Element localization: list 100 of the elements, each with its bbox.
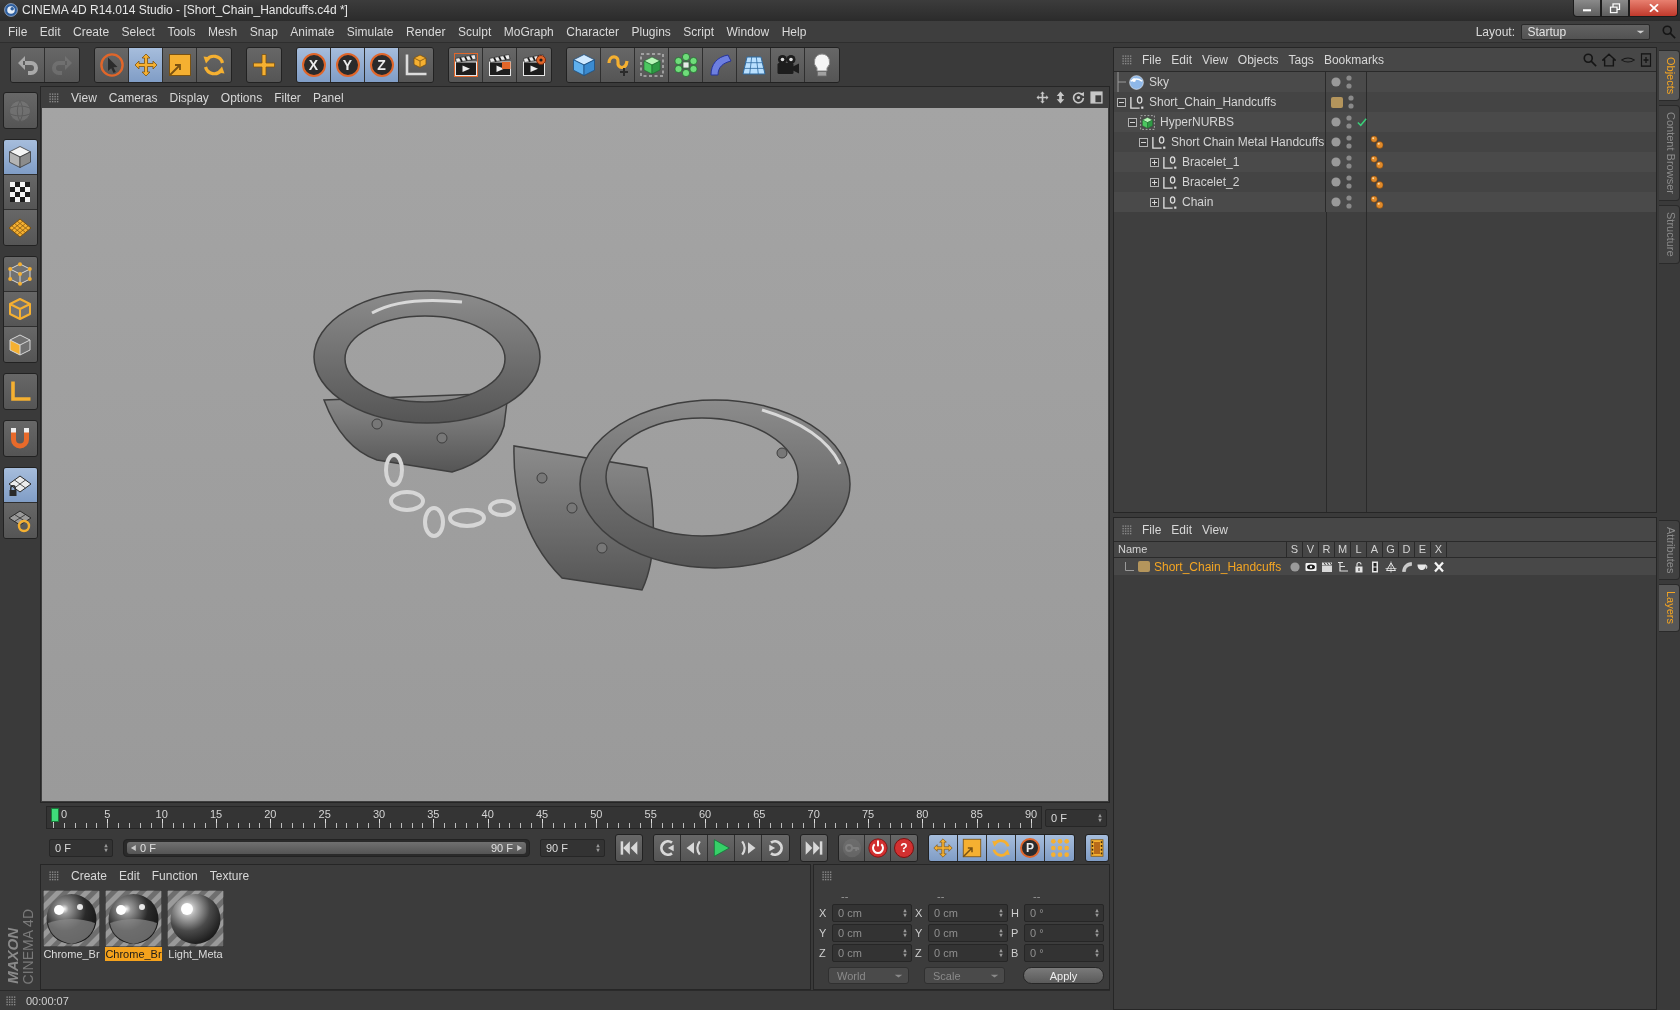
panel-grip-icon[interactable] xyxy=(1122,524,1132,535)
select-tool-button[interactable] xyxy=(95,47,129,82)
texture-mode-button[interactable] xyxy=(3,175,37,210)
floor-button[interactable] xyxy=(737,47,771,82)
material-menu-item[interactable]: Create xyxy=(71,868,108,883)
object-row[interactable]: Bracelet_2 xyxy=(1114,172,1656,192)
deformer-button[interactable] xyxy=(703,47,737,82)
layer-dot-icon[interactable] xyxy=(1331,117,1341,127)
expand-toggle-icon[interactable] xyxy=(1150,157,1159,167)
material-preview[interactable] xyxy=(43,890,100,947)
rotation-key-button[interactable] xyxy=(987,834,1016,861)
coordinate-field[interactable]: 0 ° xyxy=(1024,924,1104,942)
material-preview[interactable] xyxy=(167,890,224,947)
material-menu-item[interactable]: Edit xyxy=(119,868,140,883)
go-to-end-button[interactable] xyxy=(800,833,828,862)
point-level-button[interactable] xyxy=(1045,834,1074,861)
coordinate-field[interactable]: 0 cm xyxy=(832,904,912,922)
last-tool-button[interactable] xyxy=(246,46,282,83)
menu-item[interactable]: Render xyxy=(406,24,446,39)
panel-grip-icon[interactable] xyxy=(49,870,59,881)
parameter-key-button[interactable]: P xyxy=(1016,834,1045,861)
padlock-icon[interactable] xyxy=(1353,560,1365,573)
menu-item[interactable]: Animate xyxy=(290,24,335,39)
position-key-button[interactable] xyxy=(929,834,958,861)
light-button[interactable] xyxy=(805,47,839,82)
left-arrow-icon[interactable] xyxy=(130,843,137,852)
material-menu-item[interactable]: Texture xyxy=(209,868,250,883)
timeline-ruler[interactable]: 0 5 10 15 20 25 30 35 40 45 50 55 60 65 70 75 80 85 90 xyxy=(46,806,1042,829)
side-tab[interactable]: Objects xyxy=(1659,50,1680,102)
layer-swatch-icon[interactable] xyxy=(1331,96,1343,108)
move-tool-button[interactable] xyxy=(129,47,163,82)
expand-toggle-icon[interactable] xyxy=(1150,177,1159,187)
menu-item[interactable]: Create xyxy=(73,24,110,39)
object-name[interactable]: Bracelet_1 xyxy=(1182,155,1240,169)
object-name[interactable]: Sky xyxy=(1149,75,1169,89)
viewport-menu-item[interactable]: Options xyxy=(220,90,263,105)
coordinate-field[interactable]: 0 cm xyxy=(832,924,912,942)
edges-mode-button[interactable] xyxy=(3,292,37,327)
column-header[interactable]: Name xyxy=(1114,542,1287,557)
material-name[interactable]: Chrome_Br xyxy=(105,947,162,961)
column-header[interactable]: D xyxy=(1399,542,1415,557)
object-name[interactable]: Chain xyxy=(1182,195,1214,209)
layer-menu-item[interactable]: File xyxy=(1142,522,1162,537)
object-name[interactable]: Bracelet_2 xyxy=(1182,175,1240,189)
visibility-dots-icon[interactable] xyxy=(1346,195,1352,209)
material-name[interactable]: Light_Meta xyxy=(167,947,224,961)
layer-row[interactable]: Short_Chain_Handcuffs xyxy=(1114,558,1656,575)
layout-dropdown[interactable]: Startup xyxy=(1520,23,1650,40)
range-bar[interactable]: 0 F 90 F xyxy=(127,841,526,854)
triangle-axes-icon[interactable] xyxy=(1385,560,1397,573)
bent-shape-icon[interactable] xyxy=(1401,560,1413,573)
viewport-menu-item[interactable]: Cameras xyxy=(108,90,158,105)
collapse-toggle-icon[interactable] xyxy=(1128,117,1137,127)
rotate-tool-button[interactable] xyxy=(197,47,231,82)
layer-dot-icon[interactable] xyxy=(1331,197,1341,207)
material-preview[interactable] xyxy=(105,890,162,947)
object-menu-item[interactable]: Objects xyxy=(1237,52,1279,67)
hierarchy-icon[interactable] xyxy=(1337,560,1349,573)
menu-item[interactable]: Plugins xyxy=(631,24,671,39)
object-menu-item[interactable]: Tags xyxy=(1288,52,1314,67)
play-button[interactable] xyxy=(708,834,735,861)
layer-name[interactable]: Short_Chain_Handcuffs xyxy=(1154,559,1282,574)
autokey-button[interactable] xyxy=(865,834,891,861)
material-menu-item[interactable]: Function xyxy=(151,868,198,883)
axis-lock-button[interactable]: Z xyxy=(365,47,399,82)
object-row[interactable]: HyperNURBS xyxy=(1114,112,1656,132)
points-mode-button[interactable] xyxy=(3,257,37,292)
playhead[interactable] xyxy=(51,808,59,822)
object-menu-item[interactable]: Edit xyxy=(1171,52,1193,67)
keyframe-selection-button[interactable]: ? xyxy=(891,834,917,861)
zoom-view-icon[interactable] xyxy=(1054,91,1067,104)
side-tab[interactable]: Layers xyxy=(1659,584,1680,632)
spline-button[interactable] xyxy=(601,47,635,82)
column-header[interactable]: X xyxy=(1431,542,1447,557)
object-row[interactable]: Bracelet_1 xyxy=(1114,152,1656,172)
apply-button[interactable]: Apply xyxy=(1023,967,1104,984)
visibility-dots-icon[interactable] xyxy=(1346,115,1352,129)
menu-item[interactable]: Tools xyxy=(167,24,196,39)
end-frame-field[interactable]: 90 F xyxy=(540,838,605,857)
pan-view-icon[interactable] xyxy=(1036,91,1049,104)
layer-menu-item[interactable]: View xyxy=(1202,522,1228,537)
column-header[interactable]: L xyxy=(1351,542,1367,557)
coordinate-field[interactable]: 0 ° xyxy=(1024,904,1104,922)
cube-object-button[interactable] xyxy=(567,47,601,82)
subdivision-button[interactable] xyxy=(635,47,669,82)
axis-mode-button[interactable] xyxy=(2,373,38,410)
object-row[interactable]: Sky xyxy=(1114,72,1656,92)
cloner-button[interactable] xyxy=(669,47,703,82)
orbit-view-icon[interactable] xyxy=(1072,91,1085,104)
frame-range-slider[interactable]: 0 F 90 F xyxy=(123,838,530,857)
render-view-button[interactable] xyxy=(449,47,483,82)
menu-item[interactable]: Script xyxy=(683,24,714,39)
clapperboard-icon[interactable] xyxy=(1321,560,1333,573)
timeline-button[interactable] xyxy=(1085,833,1109,862)
two-spheres-icon[interactable] xyxy=(1370,195,1384,209)
layer-swatch-icon[interactable] xyxy=(1138,561,1150,572)
scale-key-button[interactable] xyxy=(958,834,987,861)
coordinate-field[interactable]: 0 ° xyxy=(1024,944,1104,962)
menu-item[interactable]: Window xyxy=(726,24,770,39)
two-spheres-icon[interactable] xyxy=(1370,135,1384,149)
